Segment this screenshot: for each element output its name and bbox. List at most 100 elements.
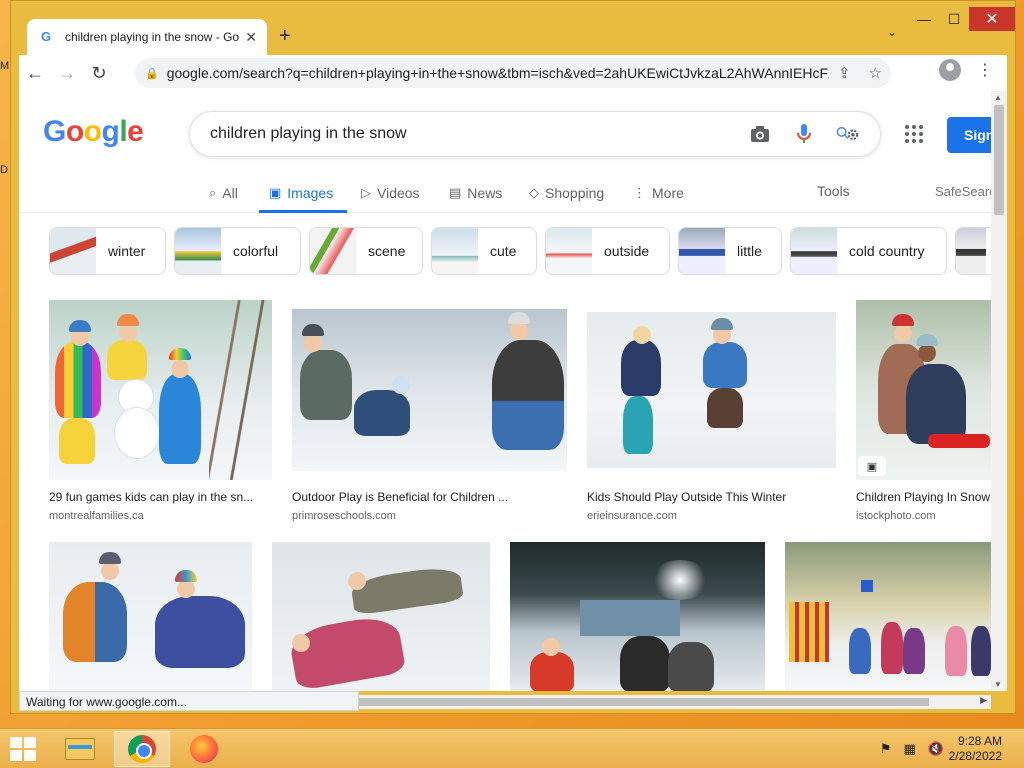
camera-search-icon[interactable]	[748, 122, 772, 146]
chip-label: outside	[604, 243, 650, 259]
volume-muted-icon[interactable]: 🔇	[928, 741, 944, 757]
result-source[interactable]: montrealfamilies.ca	[49, 510, 272, 522]
chip-thumbnail	[546, 228, 592, 274]
chip-label: scene	[368, 243, 406, 259]
result-image[interactable]: ▣	[856, 300, 991, 480]
image-result[interactable]: 29 fun games kids can play in the sn... …	[49, 300, 272, 522]
chip-more[interactable]	[955, 227, 991, 275]
sign-in-button[interactable]: Sign in	[947, 117, 991, 153]
result-image[interactable]	[785, 542, 991, 691]
taskbar-file-explorer[interactable]	[52, 731, 108, 767]
result-image[interactable]	[49, 542, 252, 691]
chip-label: winter	[108, 243, 146, 259]
safesearch-button[interactable]: SafeSearch	[935, 184, 991, 199]
result-image[interactable]	[272, 542, 490, 691]
tag-icon: ◇	[529, 185, 539, 200]
share-icon[interactable]: ⇪	[838, 64, 851, 82]
result-source[interactable]: primroseschools.com	[292, 510, 567, 522]
image-icon: ▣	[269, 185, 282, 200]
scroll-up-icon[interactable]: ▲	[994, 93, 1002, 102]
url-text[interactable]: google.com/search?q=children+playing+in+…	[167, 65, 829, 81]
address-bar[interactable]: 🔒 google.com/search?q=children+playing+i…	[135, 58, 891, 88]
chip-thumbnail	[175, 228, 221, 274]
bookmark-star-icon[interactable]: ☆	[869, 64, 882, 82]
chrome-icon	[128, 735, 156, 763]
chip-cold-country[interactable]: cold country	[790, 227, 947, 275]
image-result[interactable]	[785, 542, 991, 691]
image-result[interactable]	[272, 542, 490, 691]
filter-shopping[interactable]: ◇ Shopping	[529, 181, 604, 205]
google-logo[interactable]: Google	[43, 115, 144, 149]
chip-thumbnail	[679, 228, 725, 274]
filter-label: News	[467, 185, 503, 201]
taskbar: ⚑ ▦ 🔇 9:28 AM 2/28/2022	[0, 728, 1024, 768]
result-image[interactable]	[292, 300, 567, 480]
horizontal-scrollbar[interactable]: ▶	[359, 695, 991, 709]
taskbar-firefox[interactable]	[176, 731, 232, 767]
search-settings-icon[interactable]	[836, 122, 860, 146]
result-caption[interactable]: Outdoor Play is Beneficial for Children …	[292, 490, 567, 504]
tab-search-chevron-icon[interactable]: ⌄	[887, 25, 897, 39]
google-apps-icon[interactable]	[905, 125, 923, 143]
filter-images[interactable]: ▣ Images	[269, 181, 333, 205]
browser-menu-icon[interactable]: ⋮	[969, 60, 1001, 80]
taskbar-clock[interactable]: 9:28 AM 2/28/2022	[949, 734, 1002, 764]
windows-start-icon[interactable]	[10, 737, 36, 761]
filter-videos[interactable]: ▷ Videos	[361, 181, 420, 205]
network-icon[interactable]: ▦	[904, 741, 916, 757]
scroll-down-icon[interactable]: ▼	[994, 680, 1002, 689]
result-image[interactable]	[510, 542, 765, 691]
tab-close-icon[interactable]: ✕	[245, 29, 257, 46]
chip-winter[interactable]: winter	[49, 227, 166, 275]
chip-cute[interactable]: cute	[431, 227, 537, 275]
result-source[interactable]: istockphoto.com	[856, 510, 991, 522]
filter-news[interactable]: ▤ News	[449, 181, 502, 205]
lock-icon[interactable]: 🔒	[145, 67, 159, 80]
image-result[interactable]	[510, 542, 765, 691]
filter-label: Shopping	[545, 185, 605, 201]
logo-letter: G	[43, 115, 66, 148]
result-source[interactable]: erieinsurance.com	[587, 510, 836, 522]
result-caption[interactable]: Children Playing In Snow	[856, 490, 991, 504]
result-caption[interactable]: 29 fun games kids can play in the sn...	[49, 490, 272, 504]
result-image[interactable]	[587, 300, 836, 480]
hscroll-thumb[interactable]	[359, 698, 929, 706]
forward-button[interactable]: →	[51, 57, 83, 89]
chip-outside[interactable]: outside	[545, 227, 670, 275]
result-caption[interactable]: Kids Should Play Outside This Winter	[587, 490, 836, 504]
chip-thumbnail	[791, 228, 837, 274]
filter-all[interactable]: ⌕ All	[209, 181, 238, 205]
chip-colorful[interactable]: colorful	[174, 227, 301, 275]
search-input[interactable]	[210, 125, 748, 143]
vertical-scrollbar[interactable]: ▲ ▼	[991, 91, 1007, 691]
status-bubble: Waiting for www.google.com...	[19, 691, 359, 711]
image-result[interactable]: Outdoor Play is Beneficial for Children …	[292, 300, 567, 522]
page-content: Google Sign in ⌕ All ▣ Images ▷ Videos ▤ New…	[19, 91, 991, 691]
back-button[interactable]: ←	[19, 57, 51, 89]
image-result[interactable]: ▣ Children Playing In Snow istockphoto.c…	[856, 300, 991, 522]
desktop-edge-letter: D	[0, 164, 8, 176]
maximize-button[interactable]: ☐	[939, 7, 969, 31]
minimize-button[interactable]: —	[909, 7, 939, 31]
logo-letter: l	[119, 115, 128, 148]
profile-avatar-icon[interactable]	[939, 59, 961, 81]
system-tray: ⚑ ▦ 🔇	[880, 741, 944, 757]
image-result[interactable]	[49, 542, 252, 691]
new-tab-button[interactable]: +	[279, 25, 291, 48]
browser-tab[interactable]: G children playing in the snow - Google …	[27, 19, 267, 55]
more-dots-icon: ⋮	[633, 185, 646, 200]
reload-button[interactable]: ↻	[83, 57, 115, 89]
chip-little[interactable]: little	[678, 227, 782, 275]
close-window-button[interactable]: ✕	[969, 7, 1015, 31]
chip-label: colorful	[233, 243, 279, 259]
microphone-icon[interactable]	[792, 122, 816, 146]
chip-scene[interactable]: scene	[309, 227, 423, 275]
result-image[interactable]	[49, 300, 272, 480]
tools-button[interactable]: Tools	[817, 183, 850, 199]
taskbar-chrome[interactable]	[114, 731, 170, 767]
image-result[interactable]: Kids Should Play Outside This Winter eri…	[587, 300, 836, 522]
scroll-thumb[interactable]	[994, 105, 1004, 215]
flag-icon[interactable]: ⚑	[880, 741, 892, 757]
scroll-right-icon[interactable]: ▶	[980, 695, 987, 706]
filter-more[interactable]: ⋮ More	[633, 181, 684, 205]
